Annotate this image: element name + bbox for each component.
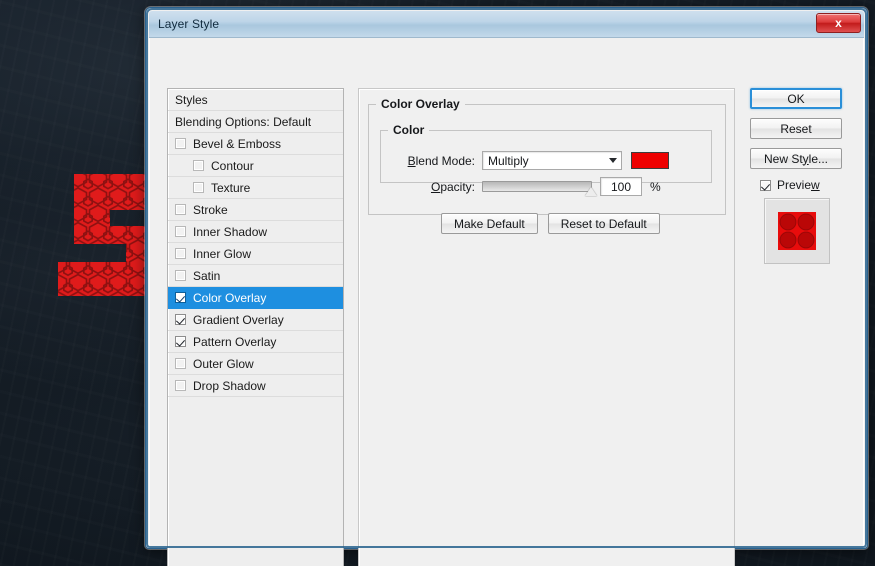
styles-item-checkbox[interactable] (175, 138, 186, 149)
dialog-button-column: OK Reset New St y le... Preview (750, 88, 850, 264)
styles-item-checkbox[interactable] (175, 314, 186, 325)
dialog-body: Styles Blending Options: Default Bevel &… (149, 38, 864, 566)
styles-item-label: Gradient Overlay (193, 312, 284, 327)
opacity-input[interactable]: 100 (600, 177, 642, 196)
styles-item-gradient-overlay[interactable]: Gradient Overlay (168, 309, 343, 331)
reset-to-default-button[interactable]: Reset to Default (547, 213, 660, 234)
styles-item-label: Inner Glow (193, 246, 252, 261)
styles-item-inner-glow[interactable]: Inner Glow (168, 243, 343, 265)
styles-item-bevel-emboss[interactable]: Bevel & Emboss (168, 133, 343, 155)
make-default-button[interactable]: Make Default (441, 213, 538, 234)
preview-checkbox-row[interactable]: Preview (760, 178, 850, 192)
reset-button[interactable]: Reset (750, 118, 842, 139)
color-group-title: Color (393, 123, 425, 137)
opacity-slider[interactable] (482, 181, 597, 196)
color-overlay-group-title: Color Overlay (381, 97, 460, 111)
styles-item-checkbox[interactable] (175, 226, 186, 237)
styles-item-label: Stroke (193, 202, 228, 217)
styles-item-label: Contour (211, 158, 254, 173)
styles-item-checkbox[interactable] (193, 160, 204, 171)
styles-item-checkbox[interactable] (175, 248, 186, 259)
styles-header-label: Styles (175, 92, 208, 107)
styles-item-checkbox[interactable] (175, 336, 186, 347)
new-style-button[interactable]: New St y le... (750, 148, 842, 169)
styles-item-checkbox[interactable] (175, 292, 186, 303)
styles-item-stroke[interactable]: Stroke (168, 199, 343, 221)
styles-item-label: Satin (193, 268, 221, 283)
styles-item-pattern-overlay[interactable]: Pattern Overlay (168, 331, 343, 353)
styles-item-label: Drop Shadow (193, 378, 266, 393)
dialog-title: Layer Style (158, 17, 220, 31)
opacity-row: Opacity: 100 % (391, 177, 661, 196)
styles-item-label: Inner Shadow (193, 224, 268, 239)
color-swatch[interactable] (631, 152, 669, 169)
desktop-background: Layer Style x Styles Blending Options: D… (0, 0, 875, 566)
layer-style-dialog: Layer Style x Styles Blending Options: D… (145, 7, 868, 566)
blend-mode-label: Blend Mode: (407, 153, 475, 168)
styles-item-contour[interactable]: Contour (168, 155, 343, 177)
blend-mode-select[interactable]: Multiply (482, 151, 622, 170)
styles-item-checkbox[interactable] (175, 204, 186, 215)
blend-mode-value: Multiply (488, 153, 529, 168)
color-group: Color Blend Mode: Multiply Opacity: 100 … (380, 123, 712, 196)
dialog-titlebar[interactable]: Layer Style x (149, 11, 864, 38)
styles-item-label: Bevel & Emboss (193, 136, 282, 151)
styles-item-texture[interactable]: Texture (168, 177, 343, 199)
styles-item-checkbox[interactable] (175, 358, 186, 369)
styles-item-checkbox[interactable] (175, 270, 186, 281)
styles-item-container: Bevel & Emboss Contour Texture Stroke Inner … (168, 133, 343, 397)
styles-item-outer-glow[interactable]: Outer Glow (168, 353, 343, 375)
styles-list-panel: Styles Blending Options: Default Bevel &… (167, 88, 344, 566)
default-buttons-row: Make Default Reset to Default (441, 213, 660, 234)
styles-item-label: Color Overlay (193, 290, 267, 305)
styles-item-label: Texture (211, 180, 251, 195)
styles-item-checkbox[interactable] (193, 182, 204, 193)
styles-list-header: Styles (168, 89, 343, 111)
color-overlay-settings-panel: Color Overlay Color Blend Mode: Multiply (358, 88, 735, 566)
ok-button[interactable]: OK (750, 88, 842, 109)
blend-mode-row: Blend Mode: Multiply (391, 151, 669, 170)
styles-item-inner-shadow[interactable]: Inner Shadow (168, 221, 343, 243)
styles-item-blending-options[interactable]: Blending Options: Default (168, 111, 343, 133)
styles-item-color-overlay[interactable]: Color Overlay (168, 287, 343, 309)
opacity-unit-label: % (650, 179, 661, 194)
color-overlay-group: Color Overlay Color Blend Mode: Multiply (368, 97, 726, 234)
blending-options-label: Blending Options: Default (175, 114, 312, 129)
opacity-label: Opacity: (430, 179, 475, 194)
preview-thumbnail-box (764, 198, 830, 264)
chevron-down-icon (609, 158, 617, 163)
styles-item-label: Outer Glow (193, 356, 254, 371)
styles-item-label: Pattern Overlay (193, 334, 277, 349)
styles-item-checkbox[interactable] (175, 380, 186, 391)
opacity-slider-thumb[interactable] (585, 187, 597, 196)
styles-item-satin[interactable]: Satin (168, 265, 343, 287)
preview-thumbnail-image (778, 212, 816, 250)
preview-checkbox[interactable] (760, 179, 771, 191)
styles-item-drop-shadow[interactable]: Drop Shadow (168, 375, 343, 397)
close-icon[interactable]: x (816, 13, 861, 33)
preview-label: Preview (777, 178, 820, 192)
